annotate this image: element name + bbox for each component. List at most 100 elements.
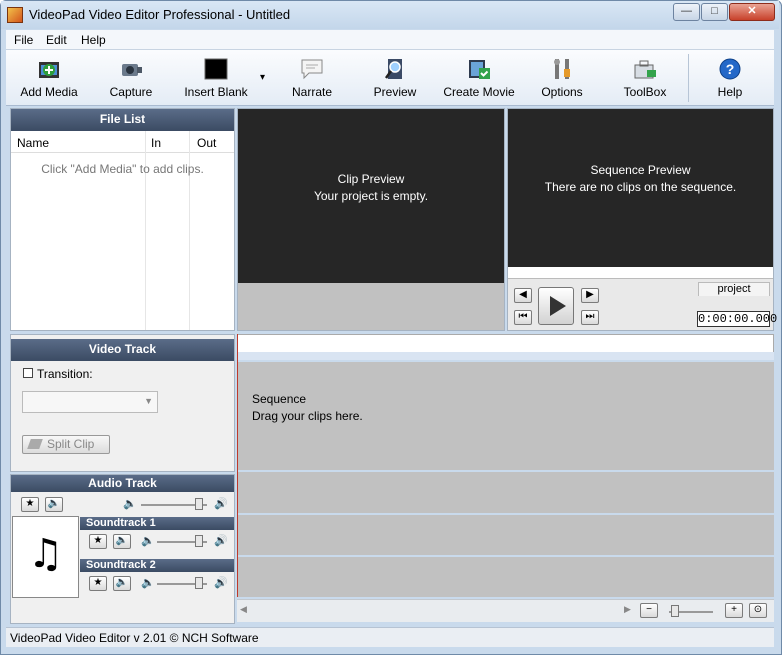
audio-track-title: Audio Track bbox=[11, 475, 234, 492]
menu-file[interactable]: File bbox=[14, 33, 33, 47]
insert-blank-dropdown-icon[interactable]: ▾ bbox=[260, 72, 265, 83]
speech-bubble-icon bbox=[301, 59, 323, 80]
toolbar-separator bbox=[688, 54, 689, 102]
project-tab[interactable]: project bbox=[698, 282, 770, 296]
clip-preview-title: Clip Preview bbox=[337, 172, 405, 186]
soundtrack-2-mute-button[interactable]: 🔈 bbox=[113, 576, 131, 591]
zoom-out-button[interactable]: − bbox=[640, 603, 658, 618]
audio-thumbnail: ♫ bbox=[12, 516, 79, 598]
title-bar: VideoPad Video Editor Professional - Unt… bbox=[1, 1, 779, 29]
soundtrack-1-mute-button[interactable]: 🔈 bbox=[113, 534, 131, 549]
soundtrack-2-volume-thumb[interactable] bbox=[195, 577, 203, 589]
audio-track-panel: Audio Track ★ 🔈 🔈 🔊 ♫ Soundtrack 1 ★ 🔈 🔈… bbox=[10, 474, 235, 624]
menu-edit[interactable]: Edit bbox=[46, 33, 67, 47]
toolbox-icon bbox=[634, 60, 656, 79]
zoom-slider-thumb[interactable] bbox=[671, 605, 679, 617]
timeline-ruler-band bbox=[237, 352, 774, 360]
sequence-hint: Drag your clips here. bbox=[252, 409, 363, 423]
split-clip-label: Split Clip bbox=[47, 437, 95, 451]
preview-button[interactable]: Preview bbox=[362, 52, 428, 104]
chevron-down-icon: ▼ bbox=[144, 396, 153, 406]
toolbox-button[interactable]: ToolBox bbox=[612, 52, 678, 104]
clip-preview-message: Your project is empty. bbox=[313, 189, 429, 203]
timecode-display: 0:00:00.000 bbox=[697, 311, 778, 327]
help-icon: ? bbox=[719, 58, 741, 80]
help-button[interactable]: ? Help bbox=[700, 52, 760, 104]
soundtrack-1-title: Soundtrack 1 bbox=[80, 517, 234, 530]
go-to-start-button[interactable]: ⏮ bbox=[514, 310, 532, 325]
split-clip-button[interactable]: Split Clip bbox=[22, 435, 110, 454]
soundtrack-2-lane[interactable] bbox=[237, 557, 774, 597]
tools-icon bbox=[554, 59, 570, 79]
close-button[interactable]: ✕ bbox=[729, 3, 775, 21]
zoom-fit-button[interactable]: ⊙ bbox=[749, 603, 767, 618]
scissors-icon bbox=[27, 439, 43, 449]
create-movie-button[interactable]: Create Movie bbox=[442, 52, 516, 104]
toolbar: Add Media Capture Insert Blank ▾ Narrate… bbox=[6, 50, 774, 106]
audio-favorite-button[interactable]: ★ bbox=[21, 497, 39, 512]
sequence-preview-title: Sequence Preview bbox=[590, 163, 691, 177]
go-to-end-button[interactable]: ⏭ bbox=[581, 310, 599, 325]
clip-preview-panel: Clip Preview Your project is empty. bbox=[237, 108, 505, 331]
soundtrack-1-lane[interactable] bbox=[237, 515, 774, 555]
soundtrack-1-favorite-button[interactable]: ★ bbox=[89, 534, 107, 549]
capture-label: Capture bbox=[109, 85, 153, 99]
options-label: Options bbox=[541, 85, 583, 99]
volume-low-icon: 🔈 bbox=[123, 498, 137, 510]
audio-mute-button[interactable]: 🔈 bbox=[45, 497, 63, 512]
transition-label: Transition: bbox=[37, 367, 93, 381]
menu-bar: File Edit Help bbox=[6, 30, 774, 50]
clip-preview-screen: Clip Preview Your project is empty. bbox=[238, 109, 504, 283]
soundtrack-2-title: Soundtrack 2 bbox=[80, 559, 234, 572]
magnifier-film-icon bbox=[384, 59, 402, 79]
soundtrack-1-volume-thumb[interactable] bbox=[195, 535, 203, 547]
scroll-left-icon[interactable]: ◀ bbox=[240, 604, 247, 615]
status-text: VideoPad Video Editor v 2.01 © NCH Softw… bbox=[10, 631, 259, 645]
maximize-button[interactable]: □ bbox=[701, 3, 728, 21]
soundtrack-2-favorite-button[interactable]: ★ bbox=[89, 576, 107, 591]
minimize-button[interactable]: — bbox=[673, 3, 700, 21]
add-media-label: Add Media bbox=[20, 85, 78, 99]
help-label: Help bbox=[717, 85, 743, 99]
sequence-preview-message: There are no clips on the sequence. bbox=[544, 180, 737, 194]
volume-high-icon: 🔊 bbox=[214, 577, 228, 589]
transition-collapse-icon[interactable] bbox=[23, 368, 33, 378]
audio-track-lane[interactable] bbox=[237, 472, 774, 513]
insert-blank-button[interactable]: Insert Blank bbox=[178, 52, 254, 104]
column-divider bbox=[145, 131, 146, 330]
audio-volume-thumb[interactable] bbox=[195, 498, 203, 510]
file-list-panel: File List Name In Out Click "Add Media" … bbox=[10, 108, 235, 331]
column-out[interactable]: Out bbox=[197, 136, 216, 150]
column-divider bbox=[189, 131, 190, 330]
volume-high-icon: 🔊 bbox=[214, 498, 228, 510]
window-title: VideoPad Video Editor Professional - Unt… bbox=[29, 7, 291, 22]
camera-icon bbox=[122, 64, 142, 76]
sequence-title: Sequence bbox=[252, 392, 307, 406]
file-list-empty-text: Click "Add Media" to add clips. bbox=[41, 162, 204, 176]
zoom-in-button[interactable]: + bbox=[725, 603, 743, 618]
app-logo-icon bbox=[7, 7, 23, 23]
svg-text:?: ? bbox=[726, 61, 735, 77]
scroll-right-icon[interactable]: ▶ bbox=[624, 604, 631, 615]
sequence-preview-panel: Sequence Preview There are no clips on t… bbox=[507, 108, 778, 331]
video-track-lane[interactable]: Sequence Drag your clips here. bbox=[237, 362, 774, 470]
timeline-scrollbar[interactable]: ◀ ▶ − + ⊙ bbox=[237, 599, 774, 622]
narrate-button[interactable]: Narrate bbox=[278, 52, 346, 104]
film-check-icon bbox=[469, 60, 490, 79]
next-frame-button[interactable]: ▶ bbox=[581, 288, 599, 303]
sequence-scrub-bar[interactable] bbox=[508, 267, 773, 279]
menu-help[interactable]: Help bbox=[81, 33, 106, 47]
film-add-icon bbox=[39, 62, 59, 78]
add-media-button[interactable]: Add Media bbox=[14, 52, 84, 104]
options-button[interactable]: Options bbox=[532, 52, 592, 104]
prev-frame-button[interactable]: ◀ bbox=[514, 288, 532, 303]
transition-select[interactable]: ▼ bbox=[22, 391, 158, 413]
playhead-line[interactable] bbox=[237, 334, 238, 597]
insert-blank-label: Insert Blank bbox=[184, 85, 248, 99]
column-in[interactable]: In bbox=[151, 136, 161, 150]
volume-low-icon: 🔈 bbox=[141, 577, 155, 589]
volume-high-icon: 🔊 bbox=[214, 535, 228, 547]
column-name[interactable]: Name bbox=[17, 136, 49, 150]
play-button[interactable] bbox=[538, 287, 574, 325]
capture-button[interactable]: Capture bbox=[98, 52, 164, 104]
